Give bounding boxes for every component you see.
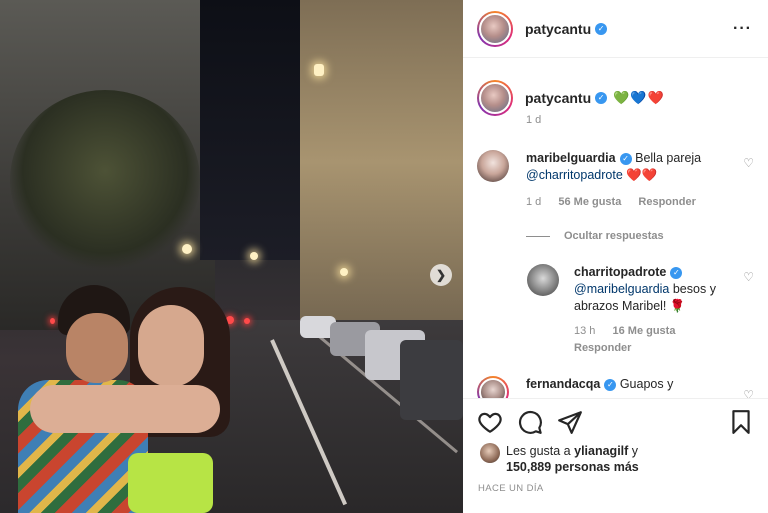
comment-username[interactable]: maribelguardia xyxy=(526,151,616,165)
liker-username[interactable]: ylianagilf xyxy=(574,444,628,458)
verified-badge-icon: ✓ xyxy=(670,266,683,279)
comment-icon[interactable] xyxy=(517,409,543,435)
reply-button[interactable]: Responder xyxy=(638,196,695,208)
street-light xyxy=(250,252,258,260)
caption-avatar[interactable] xyxy=(477,80,513,116)
comment-reply: charritopadrote ✓ @maribelguardia besos y… xyxy=(527,264,754,354)
night-sky xyxy=(200,0,310,260)
caption: patycantu ✓ 💚💙❤️ xyxy=(477,80,752,116)
post-sidebar: patycantu ✓ ··· patycantu ✓ 💚💙❤️ 1 d mar… xyxy=(463,0,768,513)
hide-replies-button[interactable]: Ocultar respuestas xyxy=(526,230,664,242)
comment-likes[interactable]: 56 Me gusta xyxy=(558,196,621,208)
comment-emojis: ❤️❤️ xyxy=(626,168,658,182)
likes-count[interactable]: 150,889 personas más xyxy=(506,460,639,474)
heart-icon[interactable]: ♡ xyxy=(743,156,754,170)
reply-button[interactable]: Responder xyxy=(574,342,631,354)
comment-likes[interactable]: 16 Me gusta xyxy=(612,325,675,337)
woman-top xyxy=(128,453,213,513)
street-light xyxy=(340,268,348,276)
comment-emojis: 🌹 xyxy=(669,299,686,313)
street-light xyxy=(314,64,324,76)
comment-avatar[interactable] xyxy=(477,376,509,398)
hide-replies-label: Ocultar respuestas xyxy=(564,230,664,242)
parked-car xyxy=(400,340,463,420)
building-right xyxy=(300,0,463,360)
author-username[interactable]: patycantu xyxy=(525,21,591,37)
heart-icon[interactable]: ♡ xyxy=(743,270,754,284)
comment-mention[interactable]: @charritopadrote xyxy=(526,168,623,182)
comment-item: fernandacqa ✓ Guapos y ♡ xyxy=(477,376,754,398)
heart-icon[interactable] xyxy=(477,409,503,435)
verified-badge-icon: ✓ xyxy=(619,152,632,165)
couple xyxy=(18,285,238,513)
comment-time[interactable]: 1 d xyxy=(526,196,541,208)
action-bar: Les gusta a ylianagilf y 150,889 persona… xyxy=(463,398,768,513)
verified-badge-icon: ✓ xyxy=(604,378,617,391)
author-avatar[interactable] xyxy=(477,10,513,47)
carousel-next-button[interactable]: ❯ xyxy=(430,264,452,286)
comments-list[interactable]: patycantu ✓ 💚💙❤️ 1 d maribelguardia ✓ Bel… xyxy=(463,58,768,398)
posted-time[interactable]: HACE UN DÍA xyxy=(478,483,544,494)
comment-text: Bella pareja xyxy=(635,151,702,165)
comment-item: maribelguardia ✓ Bella pareja @charritopa… xyxy=(477,150,754,220)
share-icon[interactable] xyxy=(557,409,583,435)
comment-text: Guapos y xyxy=(619,377,674,391)
verified-badge-icon: ✓ xyxy=(595,22,608,35)
woman-face xyxy=(138,305,204,387)
comment-username[interactable]: charritopadrote xyxy=(574,265,666,279)
comment-avatar[interactable] xyxy=(527,264,559,296)
verified-badge-icon: ✓ xyxy=(595,92,608,104)
post-photo[interactable]: ❯ xyxy=(0,0,463,513)
likes-summary[interactable]: Les gusta a ylianagilf y 150,889 persona… xyxy=(480,443,754,475)
caption-time[interactable]: 1 d xyxy=(526,114,541,126)
tail-light xyxy=(244,318,250,324)
street-light xyxy=(182,244,192,254)
comment-avatar[interactable] xyxy=(477,150,509,182)
heart-icon[interactable]: ♡ xyxy=(743,388,754,398)
bookmark-icon[interactable] xyxy=(728,409,754,435)
liker-avatar[interactable] xyxy=(480,443,500,463)
tree xyxy=(10,90,200,270)
caption-emojis: 💚💙❤️ xyxy=(613,90,665,105)
comment-username[interactable]: fernandacqa xyxy=(526,377,600,391)
caption-username[interactable]: patycantu xyxy=(525,90,591,106)
man-face xyxy=(66,313,128,383)
likes-conj: y xyxy=(631,444,639,458)
chevron-right-icon: ❯ xyxy=(435,268,447,282)
arm xyxy=(30,385,220,433)
post-header: patycantu ✓ ··· xyxy=(463,0,768,58)
more-options-icon[interactable]: ··· xyxy=(733,20,752,38)
likes-prefix: Les gusta a xyxy=(506,444,571,458)
comment-mention[interactable]: @maribelguardia xyxy=(574,282,669,296)
comment-time[interactable]: 13 h xyxy=(574,325,595,337)
